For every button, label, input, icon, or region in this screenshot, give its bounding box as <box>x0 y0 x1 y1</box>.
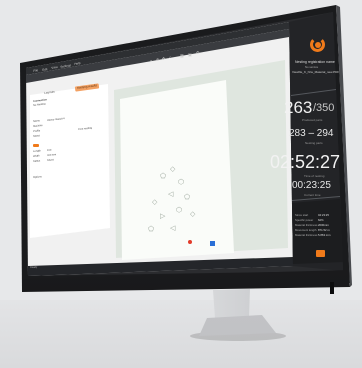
detail-label: Material thickness <box>295 233 318 237</box>
detail-value: 2000mm <box>318 223 329 227</box>
nested-part[interactable]: ⬡ <box>176 206 182 214</box>
nested-part[interactable]: ◇ <box>152 198 157 206</box>
range-value: 283 – 294 <box>289 128 334 139</box>
menu-file[interactable]: File <box>33 68 38 73</box>
zoom-fit-icon[interactable] <box>210 241 215 246</box>
menu-edit[interactable]: Edit <box>42 67 48 72</box>
nesting-title: Nesting registration name <box>295 60 335 64</box>
status-text: Ready <box>30 265 38 269</box>
detail-label: Since start <box>295 213 309 217</box>
logo-dot-icon <box>315 42 321 48</box>
detail-label: Specific power <box>295 218 314 222</box>
pan-icon[interactable]: ✥ <box>162 56 165 61</box>
search-icon[interactable]: ⌕ <box>150 58 152 63</box>
nested-part[interactable]: ◁ <box>168 190 173 198</box>
nested-part[interactable]: ◁ <box>170 224 175 232</box>
job-label: Status <box>33 159 41 163</box>
time-sub: 00:23:25 <box>292 180 331 191</box>
status-indicator-icon <box>33 144 39 147</box>
nested-part[interactable]: ⬠ <box>148 225 154 233</box>
job-value: 100 <box>47 148 52 152</box>
time-main: 02:52:27 <box>270 152 341 172</box>
measure-icon[interactable]: ⟋ <box>168 55 171 60</box>
nested-part[interactable]: ⬠ <box>184 193 190 201</box>
nested-part[interactable]: ◇ <box>190 210 195 218</box>
grid-icon[interactable]: ▦ <box>180 53 184 58</box>
settings-icon[interactable]: ⚙ <box>196 50 200 55</box>
nested-part[interactable]: ◇ <box>170 165 175 173</box>
parts-done: 263 <box>284 98 313 117</box>
range-label: Nesting parts <box>305 141 323 145</box>
detail-value: 5.863 mm <box>318 233 331 237</box>
parts-label: Produced parts <box>302 118 323 122</box>
detail-value: 62% <box>318 218 324 222</box>
layers-icon[interactable]: ▣ <box>188 52 192 57</box>
job-label: Width <box>33 154 40 158</box>
time-main-label: Time of nesting <box>304 174 325 178</box>
zoom-icon[interactable]: ⊕ <box>156 57 159 62</box>
action-button[interactable] <box>316 250 325 257</box>
detail-value: 04:23:25 <box>318 213 329 217</box>
parts-total: /350 <box>313 102 335 114</box>
detail-label: Material thickness <box>295 223 318 227</box>
nested-part[interactable]: ⬡ <box>178 178 184 186</box>
time-sub-label: Current time <box>304 193 321 197</box>
detail-value: 871.52 m <box>318 228 330 232</box>
job-value: Sheet <box>47 158 54 162</box>
file-name: Viewfile_K_Nrw_Material_new.PDF <box>292 70 340 74</box>
nesting-subtitle: No service <box>305 65 319 69</box>
alert-icon[interactable] <box>188 240 192 244</box>
nested-part[interactable]: ⬠ <box>160 172 166 180</box>
detail-label: Movement length <box>295 228 317 232</box>
ports <box>330 282 334 294</box>
nested-part[interactable]: ▷ <box>160 212 165 220</box>
